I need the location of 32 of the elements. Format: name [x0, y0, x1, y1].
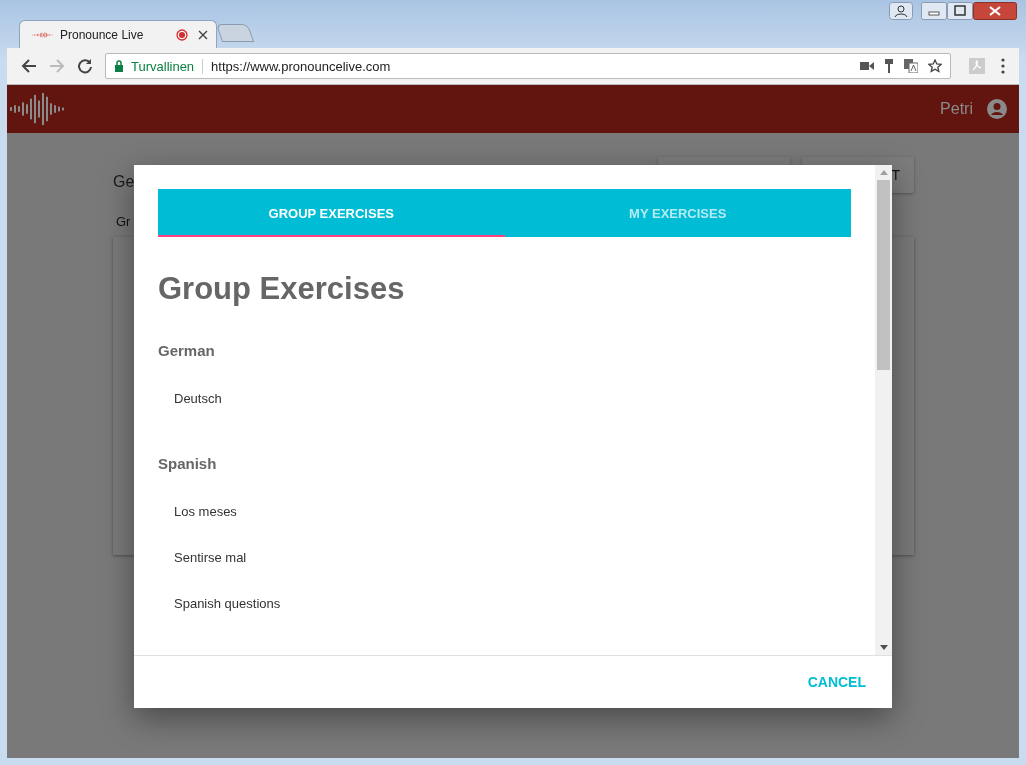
account-icon[interactable] [987, 99, 1007, 119]
scroll-thumb[interactable] [877, 180, 890, 370]
reload-icon[interactable] [77, 58, 93, 74]
url-text: https://www.pronouncelive.com [211, 58, 392, 74]
browser-tab[interactable] [215, 24, 255, 42]
close-icon[interactable] [973, 2, 1017, 20]
lock-icon [114, 60, 124, 72]
exercise-item[interactable]: Spanish questions [174, 596, 281, 612]
group-heading: German [158, 342, 215, 359]
group-heading: Spanish [158, 455, 217, 472]
section-label: Gr [116, 214, 132, 229]
video-camera-icon[interactable] [860, 61, 874, 71]
star-icon[interactable] [928, 59, 942, 73]
scroll-down-icon [879, 645, 888, 650]
scrollbar[interactable] [875, 165, 892, 655]
translate-icon[interactable] [904, 59, 918, 73]
browser-tab[interactable]: Pronounce Live [19, 20, 217, 48]
security-label: Turvallinen [131, 58, 204, 74]
close-icon[interactable] [198, 29, 208, 40]
scroll-up-icon [879, 170, 888, 175]
maximize-icon[interactable] [947, 2, 973, 20]
user-name[interactable]: Petri [940, 100, 973, 118]
address-bar[interactable]: Turvallinen https://www.pronouncelive.com [105, 53, 951, 79]
exercise-item[interactable]: Deutsch [174, 391, 222, 407]
waveform-logo-icon[interactable] [9, 92, 67, 126]
exercise-item[interactable]: Sentirse mal [174, 550, 247, 566]
user-icon[interactable] [889, 2, 913, 20]
exercise-item[interactable]: Los meses [174, 504, 237, 520]
page-heading: Ge [113, 173, 135, 191]
more-icon[interactable] [1001, 58, 1005, 74]
dialog-title: Group Exercises [158, 271, 405, 307]
back-icon[interactable] [21, 58, 37, 74]
